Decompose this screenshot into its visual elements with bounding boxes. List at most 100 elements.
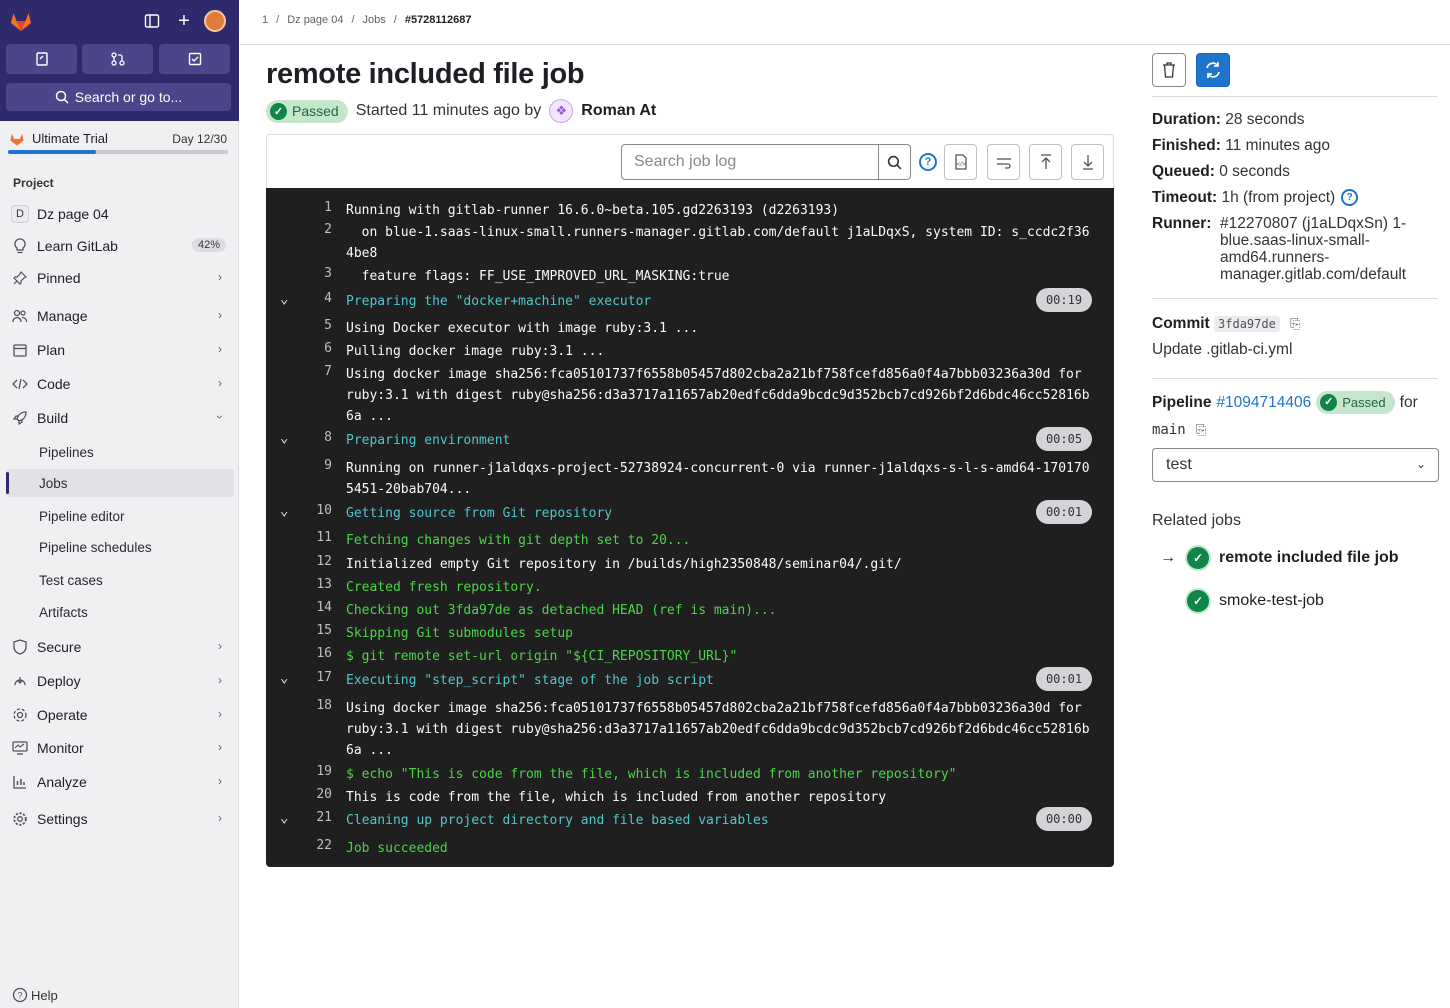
log-line-text: Using docker image sha256:fca05101737f65…: [346, 701, 1090, 758]
sidebar-item-project[interactable]: D Dz page 04: [6, 199, 234, 229]
plus-icon[interactable]: +: [173, 10, 195, 32]
lightbulb-icon: [11, 237, 29, 255]
log-line-number[interactable]: 9: [296, 458, 332, 473]
log-line-number[interactable]: 11: [296, 530, 332, 545]
search-button[interactable]: [878, 144, 911, 180]
log-line-number[interactable]: 19: [296, 764, 332, 779]
gitlab-logo-icon[interactable]: [9, 9, 33, 33]
sidebar-item-pipelines[interactable]: Pipelines: [6, 438, 234, 466]
chevron-down-icon[interactable]: ⌄: [280, 430, 288, 446]
todo-icon: [188, 52, 201, 66]
sidebar-item-jobs[interactable]: Jobs: [6, 469, 234, 497]
branch-link[interactable]: main: [1152, 422, 1186, 438]
sidebar-item-manage[interactable]: Manage ›: [6, 301, 234, 331]
log-line-number[interactable]: 21: [296, 810, 332, 825]
question-icon[interactable]: ?: [919, 153, 937, 171]
breadcrumb-item[interactable]: Dz page 04: [287, 14, 343, 26]
sidebar-item-plan[interactable]: Plan ›: [6, 335, 234, 365]
user-name-link[interactable]: Roman At: [581, 102, 656, 120]
sidebar-toggle-icon[interactable]: [141, 10, 163, 32]
log-line-number[interactable]: 7: [296, 364, 332, 379]
sidebar-item-label: Build: [37, 410, 69, 426]
scroll-top-button[interactable]: [1029, 144, 1062, 180]
related-job-item[interactable]: → ✓ remote included file job: [1160, 545, 1399, 571]
copy-icon[interactable]: ⎘: [1196, 421, 1206, 438]
sidebar-item-monitor[interactable]: Monitor ›: [6, 733, 234, 763]
sidebar-item-test-cases[interactable]: Test cases: [6, 566, 234, 594]
search-button[interactable]: Search or go to...: [6, 83, 231, 111]
log-line-number[interactable]: 18: [296, 698, 332, 713]
stage-select[interactable]: test ⌄: [1152, 448, 1439, 482]
scroll-bottom-button[interactable]: [1071, 144, 1104, 180]
user-avatar[interactable]: ❖: [549, 99, 574, 123]
pipeline-link[interactable]: #1094714406: [1216, 394, 1311, 411]
merge-requests-button[interactable]: [82, 44, 153, 74]
log-line-text: Getting source from Git repository: [346, 506, 613, 521]
log-line-number[interactable]: 4: [296, 291, 332, 306]
log-line-number[interactable]: 10: [296, 503, 332, 518]
sidebar-item-operate[interactable]: Operate ›: [6, 700, 234, 730]
header-divider: [240, 44, 1450, 45]
job-log: 1 Running with gitlab-runner 16.6.0~beta.…: [266, 188, 1114, 867]
sidebar-item-code[interactable]: Code ›: [6, 369, 234, 399]
log-line-number[interactable]: 22: [296, 838, 332, 853]
related-job-item[interactable]: ✓ smoke-test-job: [1160, 588, 1324, 614]
chevron-down-icon[interactable]: ⌄: [280, 810, 288, 826]
help-label: Help: [31, 987, 58, 1003]
log-line-number[interactable]: 15: [296, 623, 332, 638]
copy-icon[interactable]: ⎘: [1290, 315, 1300, 332]
sidebar-item-pipeline-editor[interactable]: Pipeline editor: [6, 502, 234, 530]
log-line-number[interactable]: 20: [296, 787, 332, 802]
erase-log-button[interactable]: [1152, 53, 1186, 87]
log-line-number[interactable]: 5: [296, 318, 332, 333]
sidebar-item-analyze[interactable]: Analyze ›: [6, 767, 234, 797]
search-input[interactable]: Search job log: [621, 144, 879, 180]
show-raw-button[interactable]: </>: [944, 144, 977, 180]
sidebar-item-artifacts[interactable]: Artifacts: [6, 598, 234, 626]
log-line-number[interactable]: 1: [296, 200, 332, 215]
issues-icon: [35, 52, 48, 66]
sidebar-item-secure[interactable]: Secure ›: [6, 632, 234, 662]
log-line-text: $ git remote set-url origin "${CI_REPOSI…: [346, 649, 738, 664]
log-line-number[interactable]: 2: [296, 222, 332, 237]
breadcrumb-current[interactable]: #5728112687: [405, 14, 472, 26]
chevron-down-icon[interactable]: ⌄: [280, 291, 288, 307]
check-circle-icon: ✓: [1187, 590, 1209, 612]
sidebar-item-pinned[interactable]: Pinned ›: [6, 263, 234, 293]
sidebar-item-learn-gitlab[interactable]: Learn GitLab 42%: [6, 231, 234, 261]
wrap-lines-button[interactable]: [987, 144, 1020, 180]
log-line-number[interactable]: 6: [296, 341, 332, 356]
question-icon[interactable]: ?: [1341, 189, 1359, 207]
log-line-number[interactable]: 3: [296, 266, 332, 281]
trash-icon: [1163, 62, 1175, 78]
retry-button[interactable]: [1196, 53, 1230, 87]
log-line-number[interactable]: 12: [296, 554, 332, 569]
breadcrumb-item[interactable]: 1: [262, 14, 268, 26]
pipeline-status-badge[interactable]: ✓ Passed: [1316, 391, 1395, 414]
chevron-down-icon[interactable]: ⌄: [280, 503, 288, 519]
retry-icon: [1206, 62, 1220, 78]
log-line-number[interactable]: 13: [296, 577, 332, 592]
status-badge[interactable]: ✓ Passed: [266, 99, 348, 123]
sidebar-item-deploy[interactable]: Deploy ›: [6, 666, 234, 696]
trial-status[interactable]: Ultimate Trial Day 12/30: [8, 128, 230, 158]
commit-sha[interactable]: 3fda97de: [1214, 316, 1280, 332]
trial-progress-bar: [8, 150, 228, 154]
help-button[interactable]: ? Help: [12, 987, 58, 1003]
sidebar-item-build[interactable]: Build ›: [6, 403, 234, 433]
log-line-number[interactable]: 14: [296, 600, 332, 615]
log-line-number[interactable]: 17: [296, 670, 332, 685]
sidebar-item-settings[interactable]: Settings ›: [6, 804, 234, 834]
breadcrumb-item[interactable]: Jobs: [363, 14, 386, 26]
log-line-number[interactable]: 8: [296, 430, 332, 445]
log-line-number[interactable]: 16: [296, 646, 332, 661]
issues-button[interactable]: [6, 44, 77, 74]
avatar[interactable]: [204, 10, 226, 32]
todo-button[interactable]: [159, 44, 230, 74]
chevron-down-icon[interactable]: ⌄: [280, 670, 288, 686]
commit-row: Commit 3fda97de ⎘: [1152, 315, 1301, 332]
runner-value: #12270807 (j1aLDqxSn) 1-blue.saas-linux-…: [1220, 215, 1407, 283]
sidebar-item-pipeline-schedules[interactable]: Pipeline schedules: [6, 533, 234, 561]
search-icon: [887, 155, 902, 169]
wrap-icon: [996, 158, 1011, 169]
